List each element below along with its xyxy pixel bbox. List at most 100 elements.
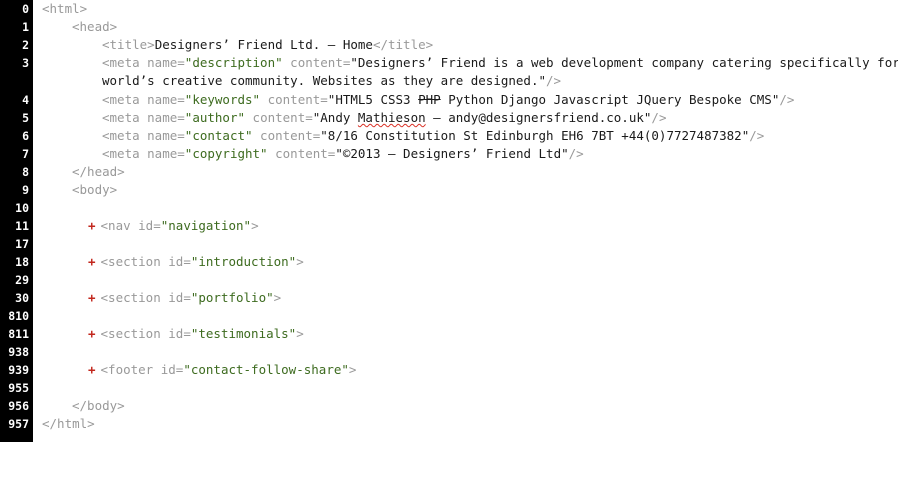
code-line: 5 <meta name="author" content="Andy Math… bbox=[0, 109, 666, 127]
attr-value: "contact-follow-share" bbox=[183, 362, 349, 377]
attr-value: "testimonials" bbox=[190, 326, 297, 341]
line-number: 5 bbox=[22, 111, 29, 125]
code-text: <meta name="author" content="Andy Mathie… bbox=[102, 109, 666, 127]
attr-value: "introduction" bbox=[190, 254, 297, 269]
meta-open-tag: <meta name= bbox=[102, 110, 185, 125]
section-open-tag: <section id= bbox=[100, 254, 191, 269]
content-attr: content= bbox=[267, 146, 336, 161]
code-line: 2 <title>Designers’ Friend Ltd. — Home</… bbox=[0, 36, 433, 54]
self-close: /> bbox=[779, 92, 795, 107]
attr-value: "description" bbox=[184, 55, 283, 70]
tag-end: > bbox=[348, 362, 357, 377]
author-content: — andy@designersfriend.co.uk" bbox=[425, 110, 652, 125]
fold-expand-icon[interactable]: + bbox=[88, 290, 96, 305]
description-content: "Designers’ Friend is a web development … bbox=[350, 55, 898, 70]
line-number: 938 bbox=[8, 345, 29, 359]
code-line: 1 <head> bbox=[0, 18, 117, 36]
code-text: <html> bbox=[42, 0, 87, 18]
section-open-tag: <section id= bbox=[100, 290, 191, 305]
code-line: 956 </body> bbox=[0, 397, 124, 415]
self-close: /> bbox=[546, 73, 562, 88]
code-line: 6 <meta name="contact" content="8/16 Con… bbox=[0, 127, 764, 145]
code-editor[interactable]: 0 <html> 1 <head> 2 <title>Designers’ Fr… bbox=[0, 0, 898, 442]
author-content: "Andy bbox=[312, 110, 358, 125]
code-line: 17 bbox=[0, 235, 30, 253]
code-text: + <nav id="navigation"> bbox=[88, 217, 259, 235]
code-text: + <section id="portfolio"> bbox=[88, 289, 281, 307]
attr-value: "keywords" bbox=[184, 92, 261, 107]
line-number: 4 bbox=[22, 93, 29, 107]
line-number: 957 bbox=[8, 417, 29, 431]
code-line: 8 </head> bbox=[0, 163, 125, 181]
line-number: 11 bbox=[15, 219, 29, 233]
code-text: <meta name="contact" content="8/16 Const… bbox=[102, 127, 764, 145]
line-number: 811 bbox=[8, 327, 29, 341]
code-line: 811 + <section id="testimonials"> bbox=[0, 325, 304, 343]
tag-end: > bbox=[273, 290, 282, 305]
html-open-tag: <html> bbox=[42, 1, 88, 16]
body-close-tag: </body> bbox=[72, 398, 125, 413]
line-number: 0 bbox=[22, 2, 29, 16]
self-close: /> bbox=[749, 128, 765, 143]
copyright-content: "©2013 — Designers’ Friend Ltd" bbox=[335, 146, 569, 161]
line-number: 18 bbox=[15, 255, 29, 269]
code-text: <title>Designers’ Friend Ltd. — Home</ti… bbox=[102, 36, 433, 54]
code-line: 0 <html> bbox=[0, 0, 87, 18]
line-number: 1 bbox=[22, 20, 29, 34]
footer-open-tag: <footer id= bbox=[100, 362, 184, 377]
code-line: 955 bbox=[0, 379, 30, 397]
code-text: + <section id="introduction"> bbox=[88, 253, 304, 271]
code-line: 29 bbox=[0, 271, 30, 289]
code-line: 3 <meta name="description" content="Desi… bbox=[0, 54, 898, 72]
line-number: 2 bbox=[22, 38, 29, 52]
title-open-tag: <title> bbox=[102, 37, 155, 52]
attr-value: "portfolio" bbox=[190, 290, 274, 305]
code-line: 11 + <nav id="navigation"> bbox=[0, 217, 258, 235]
attr-value: "contact" bbox=[184, 128, 253, 143]
title-close-tag: </title> bbox=[372, 37, 434, 52]
code-text: <meta name="description" content="Design… bbox=[102, 54, 898, 72]
fold-expand-icon[interactable]: + bbox=[88, 362, 96, 377]
line-number: 17 bbox=[15, 237, 29, 251]
code-text: world’s creative community. Websites as … bbox=[102, 72, 561, 90]
tag-end: > bbox=[296, 254, 304, 269]
code-line: 810 bbox=[0, 307, 30, 325]
line-number: 10 bbox=[15, 201, 29, 215]
body-open-tag: <body> bbox=[72, 182, 118, 197]
self-close: /> bbox=[651, 110, 667, 125]
code-text: <head> bbox=[72, 18, 117, 36]
content-attr: content= bbox=[245, 110, 313, 125]
meta-open-tag: <meta name= bbox=[102, 128, 185, 143]
line-number: 3 bbox=[22, 56, 29, 70]
code-line: 938 bbox=[0, 343, 30, 361]
line-number: 9 bbox=[22, 183, 29, 197]
code-text: + <section id="testimonials"> bbox=[88, 325, 304, 343]
code-line: 939 + <footer id="contact-follow-share"> bbox=[0, 361, 356, 379]
code-line: 10 bbox=[0, 199, 30, 217]
line-number: 8 bbox=[22, 165, 29, 179]
code-line: 7 <meta name="copyright" content="©2013 … bbox=[0, 145, 584, 163]
line-number: 955 bbox=[8, 381, 29, 395]
attr-value: "navigation" bbox=[160, 218, 252, 233]
fold-expand-icon[interactable]: + bbox=[88, 218, 96, 233]
head-close-tag: </head> bbox=[72, 164, 125, 179]
content-attr: content= bbox=[252, 128, 321, 143]
tag-end: > bbox=[251, 218, 259, 233]
content-attr: content= bbox=[260, 92, 328, 107]
code-line: 30 + <section id="portfolio"> bbox=[0, 289, 281, 307]
code-line: 18 + <section id="introduction"> bbox=[0, 253, 304, 271]
line-number: 810 bbox=[8, 309, 29, 323]
code-text: <meta name="copyright" content="©2013 — … bbox=[102, 145, 584, 163]
section-open-tag: <section id= bbox=[100, 326, 191, 341]
keywords-content: Python Django Javascript JQuery Bespoke … bbox=[440, 92, 780, 107]
description-content: world’s creative community. Websites as … bbox=[102, 73, 547, 88]
keywords-content: "HTML5 CSS3 bbox=[327, 92, 419, 107]
content-attr: content= bbox=[282, 55, 351, 70]
code-line: 957 </html> bbox=[0, 415, 94, 433]
fold-expand-icon[interactable]: + bbox=[88, 254, 96, 269]
struck-keyword: PHP bbox=[418, 92, 441, 107]
line-number: 30 bbox=[15, 291, 29, 305]
fold-expand-icon[interactable]: + bbox=[88, 326, 96, 341]
self-close: /> bbox=[568, 146, 584, 161]
title-text: Designers’ Friend Ltd. — Home bbox=[154, 37, 373, 52]
